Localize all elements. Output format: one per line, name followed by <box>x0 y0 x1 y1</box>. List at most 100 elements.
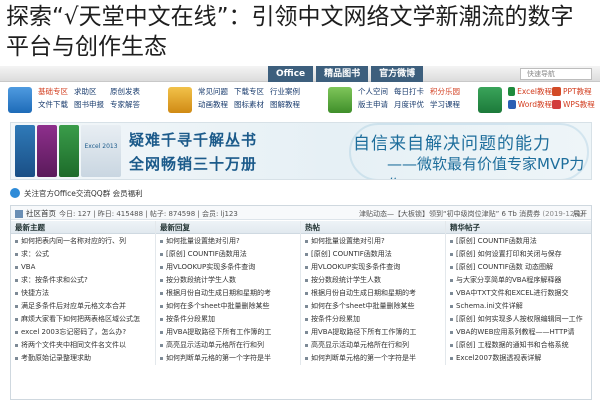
nav-moderator-apply[interactable]: 版主申请 <box>358 99 394 110</box>
list-item[interactable]: [原创] COUNTIF函数用法 <box>156 248 300 261</box>
list-item[interactable]: 如何把表内同一名称对应的行、列 <box>11 235 155 248</box>
bullet-icon <box>160 253 163 256</box>
list-item[interactable]: 用VLOOKUP实现多条件查询 <box>301 261 445 274</box>
nav-illustrated-tutorial[interactable]: 图解教程 <box>270 99 306 110</box>
nav-industry-cases[interactable]: 行业案例 <box>270 86 306 97</box>
bullet-icon <box>450 266 453 269</box>
nav-wps-label: WPS教程 <box>563 100 595 109</box>
list-item[interactable]: 按分数段统计学生人数 <box>156 274 300 287</box>
list-item[interactable]: 根据月份自动生成日期和星期的考 <box>156 287 300 300</box>
list-item[interactable]: 如何判断单元格的第一个字符是半 <box>156 352 300 365</box>
bullet-icon <box>305 318 308 321</box>
thread-title: 如何批量设置绝对引用? <box>166 237 240 245</box>
quick-nav-dropdown[interactable]: 快速导航 <box>520 68 592 80</box>
nav-book-apply[interactable]: 图书申报 <box>74 99 110 110</box>
column-header: 精华帖子 <box>446 221 591 234</box>
tab-weibo[interactable]: 官方微博 <box>371 66 424 82</box>
list-item[interactable]: 如何批量设置绝对引用? <box>156 235 300 248</box>
list-item[interactable]: 满足多条件后对应单元格文本合并 <box>11 300 155 313</box>
top-nav-tabs: Office 精品图书 官方微博 <box>268 66 426 82</box>
list-item[interactable]: 考勤原始记录整理求助 <box>11 352 155 365</box>
thread-title: excel 2003忘记密码了，怎么办? <box>21 328 127 336</box>
nav-monthly-awards[interactable]: 月度评优 <box>394 99 430 110</box>
expand-button[interactable]: 展开 <box>573 209 587 219</box>
qq-group-link[interactable]: 关注官方Office交流QQ群 会员福利 <box>10 186 143 200</box>
column-hot-threads: 热帖 如何批量设置绝对引用? [原创] COUNTIF函数用法 用VLOOKUP… <box>301 221 446 365</box>
list-item[interactable]: excel 2003忘记密码了，怎么办? <box>11 326 155 339</box>
nav-help-zone[interactable]: 求助区 <box>74 86 110 97</box>
list-item[interactable]: [原创] COUNTIF函数用法 <box>301 248 445 261</box>
list-item[interactable]: 如何在多个sheet中批量删除某些 <box>301 300 445 313</box>
list-item[interactable]: 将两个文件夹中相同文件名文件以 <box>11 339 155 352</box>
list-item[interactable]: 与大家分享简单的VBA程序解释器 <box>446 274 591 287</box>
bullet-icon <box>450 305 453 308</box>
column-header: 最新主题 <box>11 221 155 234</box>
list-item[interactable]: 用VBA提取路径下所有工作簿的工 <box>156 326 300 339</box>
nav-daily-checkin[interactable]: 每日打卡 <box>394 86 430 97</box>
thread-title: 按条件分段累加 <box>311 315 360 323</box>
nav-wps-tutorial[interactable]: WPS教程 <box>552 99 596 110</box>
list-item[interactable]: VBA <box>11 261 155 274</box>
list-item[interactable]: 按分数段统计学生人数 <box>301 274 445 287</box>
list-item[interactable]: 用VBA提取路径下所有工作簿的工 <box>301 326 445 339</box>
list-item[interactable]: [原创] 如何实现多人按权限编辑同一工作 <box>446 313 591 326</box>
promo-banner[interactable]: Excel 2013 疑难千寻千解丛书 全网畅销三十万册 自信来自解决问题的能力… <box>10 122 592 180</box>
forum-panel: 社区首页 今日: 127 | 昨日: 415488 | 帖子: 874598 |… <box>10 205 592 400</box>
list-item[interactable]: 麻烦大家看下如何把两表格区域公式怎 <box>11 313 155 326</box>
tab-books[interactable]: 精品图书 <box>316 66 369 82</box>
column-header: 热帖 <box>301 221 445 234</box>
nav-points-park[interactable]: 积分乐园 <box>430 86 466 97</box>
nav-excel-tutorial[interactable]: Excel教程 <box>508 86 552 97</box>
nav-download-zone[interactable]: 下载专区 <box>234 86 270 97</box>
list-item[interactable]: 如何批量设置绝对引用? <box>301 235 445 248</box>
list-item[interactable]: 高亮显示活动单元格所在行和列 <box>156 339 300 352</box>
list-item[interactable]: 求：公式 <box>11 248 155 261</box>
column-header: 最新回复 <box>156 221 300 234</box>
bullet-icon <box>305 253 308 256</box>
list-item[interactable]: [原创] 如何设置打印和关闭与保存 <box>446 248 591 261</box>
nav-file-download[interactable]: 文件下载 <box>38 99 74 110</box>
notice-ticker[interactable]: 津贴动态—【大板锁】领到“初中级岗位津贴” 6 Tb 消费券 (2019-12-… <box>359 209 584 219</box>
personal-space-icon <box>328 87 352 113</box>
nav-ppt-label: PPT教程 <box>563 87 592 96</box>
list-item[interactable]: VBA中TXT文件和EXCEL进行数据交 <box>446 287 591 300</box>
list-item[interactable]: 按条件分段累加 <box>156 313 300 326</box>
breadcrumb[interactable]: 社区首页 <box>15 208 56 219</box>
nav-expert-answer[interactable]: 专家解答 <box>110 99 146 110</box>
nav-animation-tutorial[interactable]: 动画教程 <box>198 99 234 110</box>
nav-personal-space[interactable]: 个人空间 <box>358 86 394 97</box>
thread-title: [原创] COUNTIF函数用法 <box>311 250 392 258</box>
nav-original-post[interactable]: 原创发表 <box>110 86 146 97</box>
nav-courses[interactable]: 学习课程 <box>430 99 466 110</box>
thread-title: VBA中TXT文件和EXCEL进行数据交 <box>456 289 569 297</box>
bullet-icon <box>160 279 163 282</box>
breadcrumb-home: 社区首页 <box>26 209 56 218</box>
list-item[interactable]: 如何在多个sheet中批量删除某些 <box>156 300 300 313</box>
list-item[interactable]: 按条件分段累加 <box>301 313 445 326</box>
bullet-icon <box>160 240 163 243</box>
nav-icon-material[interactable]: 图标素材 <box>234 99 270 110</box>
thread-title: 麻烦大家看下如何把两表格区域公式怎 <box>21 315 140 323</box>
nav-word-tutorial[interactable]: Word教程 <box>508 99 552 110</box>
bullet-icon <box>160 357 163 360</box>
column-latest-topics: 最新主题 如何把表内同一名称对应的行、列 求：公式 VBA 求：按条件求和公式?… <box>11 221 156 365</box>
bullet-icon <box>450 279 453 282</box>
list-item[interactable]: 根据月份自动生成日期和星期的考 <box>301 287 445 300</box>
nav-faq[interactable]: 常见问题 <box>198 86 234 97</box>
list-item[interactable]: VBA的WEB应用系列教程——HTTP请 <box>446 326 591 339</box>
bullet-icon <box>15 357 18 360</box>
list-item[interactable]: [原创] COUNTIF函数用法 <box>446 235 591 248</box>
nav-ppt-tutorial[interactable]: PPT教程 <box>552 86 596 97</box>
list-item[interactable]: Excel2007数据透视表详解 <box>446 352 591 365</box>
list-item[interactable]: 快捷方法 <box>11 287 155 300</box>
list-item[interactable]: [原创] COUNTIF函数 动态图解 <box>446 261 591 274</box>
list-item[interactable]: 高亮显示活动单元格所在行和列 <box>301 339 445 352</box>
list-item[interactable]: [原创] 工程数据的通知书和合格系统 <box>446 339 591 352</box>
tab-office[interactable]: Office <box>268 66 314 82</box>
list-item[interactable]: 用VLOOKUP实现多条件查询 <box>156 261 300 274</box>
list-item[interactable]: Schema.ini文件详解 <box>446 300 591 313</box>
list-item[interactable]: 求：按条件求和公式? <box>11 274 155 287</box>
word-icon <box>508 100 516 109</box>
nav-basic-zone[interactable]: 基础专区 <box>38 86 74 97</box>
list-item[interactable]: 如何判断单元格的第一个字符是半 <box>301 352 445 365</box>
